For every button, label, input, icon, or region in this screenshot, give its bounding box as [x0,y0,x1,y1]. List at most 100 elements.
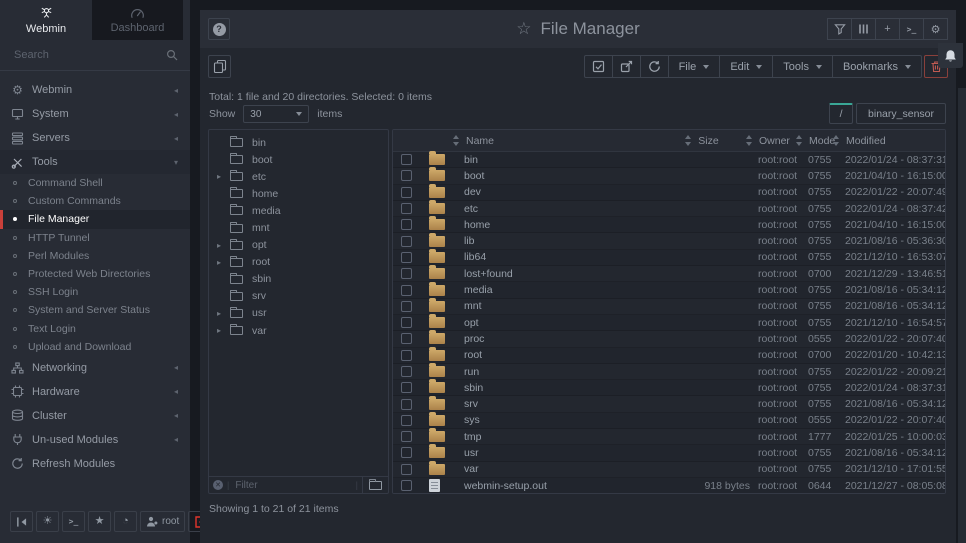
breadcrumb-root[interactable]: / [829,103,853,124]
file-name[interactable]: proc [453,333,654,345]
file-name[interactable]: usr [453,447,654,459]
tree-node[interactable]: ▸ usr [209,305,388,322]
row-checkbox[interactable] [401,187,412,198]
row-checkbox[interactable] [401,301,412,312]
file-row[interactable]: root root:root 0700 2022/01/20 - 10:42:1… [393,348,945,364]
export-button[interactable] [612,55,641,78]
file-row[interactable]: srv root:root 0755 2021/08/16 - 05:34:12 [393,396,945,412]
terminal-button[interactable]: >_ [62,511,85,532]
tree-node[interactable]: ▸ home [209,185,388,202]
file-row[interactable]: dev root:root 0755 2022/01/22 - 20:07:49 [393,185,945,201]
column-header-name[interactable]: Name [453,135,654,147]
filter-button[interactable] [827,18,852,40]
file-name[interactable]: opt [453,317,654,329]
expand-arrow-icon[interactable]: ▸ [217,309,230,318]
edit-menu-button[interactable]: Edit [719,55,773,78]
file-row[interactable]: var root:root 0755 2021/12/10 - 17:01:55 [393,462,945,478]
tree-node[interactable]: ▸ var [209,322,388,339]
file-name[interactable]: dev [453,186,654,198]
tree-node[interactable]: ▸ media [209,202,388,219]
file-row[interactable]: media root:root 0755 2021/08/16 - 05:34:… [393,282,945,298]
theme-toggle-button[interactable]: ☀ [36,511,59,532]
file-name[interactable]: media [453,284,654,296]
file-row[interactable]: webmin-setup.out 918 bytes root:root 064… [393,478,945,494]
file-name[interactable]: home [453,219,654,231]
favorites-button[interactable]: ★ [88,511,111,532]
file-row[interactable]: lib root:root 0755 2021/08/16 - 05:36:30 [393,233,945,249]
row-checkbox[interactable] [401,415,412,426]
sidebar-item-tools[interactable]: Tools ▾ [0,150,190,174]
file-row[interactable]: tmp root:root 1777 2022/01/25 - 10:00:03 [393,429,945,445]
notifications-tab[interactable] [938,43,963,68]
file-name[interactable]: boot [453,170,654,182]
clear-filter-icon[interactable]: ✕ [213,480,223,490]
tools-submenu-item[interactable]: System and Server Status [0,301,190,319]
row-checkbox[interactable] [401,447,412,458]
column-header-modified[interactable]: Modified [837,135,945,147]
file-row[interactable]: lost+found root:root 0700 2021/12/29 - 1… [393,266,945,282]
expand-arrow-icon[interactable]: ▸ [217,326,230,335]
sidebar-item-unused-modules[interactable]: Un-used Modules ◂ [0,428,190,452]
file-name[interactable]: run [453,366,654,378]
new-tab-button[interactable]: + [875,18,900,40]
tree-node[interactable]: ▸ mnt [209,219,388,236]
row-checkbox[interactable] [401,236,412,247]
row-checkbox[interactable] [401,333,412,344]
column-header-size[interactable]: Size [654,135,750,147]
file-name[interactable]: webmin-setup.out [453,480,654,492]
file-row[interactable]: etc root:root 0755 2022/01/24 - 08:37:42 [393,201,945,217]
columns-button[interactable] [851,18,876,40]
settings-button[interactable]: ⚙ [923,18,948,40]
file-name[interactable]: bin [453,154,654,166]
sidebar-item-servers[interactable]: Servers ◂ [0,126,190,150]
row-checkbox[interactable] [401,350,412,361]
tools-submenu-item[interactable]: File Manager [0,210,190,228]
file-name[interactable]: lost+found [453,268,654,280]
file-name[interactable]: sbin [453,382,654,394]
refresh-button[interactable] [640,55,669,78]
file-name[interactable]: etc [453,203,654,215]
expand-arrow-icon[interactable]: ▸ [217,172,230,181]
row-checkbox[interactable] [401,464,412,475]
tab-webmin[interactable]: Webmin [0,0,92,40]
expand-arrow-icon[interactable]: ▸ [217,258,230,267]
tree-folder-button[interactable] [362,477,388,493]
sidebar-item-webmin[interactable]: ⚙ Webmin ◂ [0,78,190,102]
file-row[interactable]: run root:root 0755 2022/01/22 - 20:09:21 [393,364,945,380]
file-row[interactable]: sys root:root 0555 2022/01/22 - 20:07:40 [393,413,945,429]
row-checkbox[interactable] [401,219,412,230]
file-row[interactable]: usr root:root 0755 2021/08/16 - 05:34:12 [393,445,945,461]
breadcrumb-current-dir[interactable]: binary_sensor [856,103,946,124]
shell-button[interactable]: >_ [899,18,924,40]
tools-submenu-item[interactable]: HTTP Tunnel [0,229,190,247]
tree-node[interactable]: ▸ etc [209,168,388,185]
tools-submenu-item[interactable]: SSH Login [0,283,190,301]
search-input[interactable] [12,48,160,62]
select-all-button[interactable] [584,55,613,78]
tree-node[interactable]: ▸ srv [209,288,388,305]
file-name[interactable]: lib64 [453,251,654,263]
row-checkbox[interactable] [401,252,412,263]
tree-node[interactable]: ▸ sbin [209,271,388,288]
tab-dashboard[interactable]: Dashboard [92,0,183,40]
user-button[interactable]: root [140,511,185,532]
row-checkbox[interactable] [401,285,412,296]
column-header-mode[interactable]: Mode [800,135,837,147]
row-checkbox[interactable] [401,317,412,328]
file-name[interactable]: srv [453,398,654,410]
tools-submenu-item[interactable]: Protected Web Directories [0,265,190,283]
tools-submenu-item[interactable]: Upload and Download [0,338,190,356]
sidebar-item-hardware[interactable]: Hardware ◂ [0,380,190,404]
tools-submenu-item[interactable]: Command Shell [0,174,190,192]
row-checkbox[interactable] [401,170,412,181]
file-row[interactable]: lib64 root:root 0755 2021/12/10 - 16:53:… [393,250,945,266]
sidebar-item-refresh-modules[interactable]: Refresh Modules [0,452,190,476]
copy-path-button[interactable] [208,55,231,78]
file-menu-button[interactable]: File [668,55,721,78]
page-scrollbar[interactable] [958,88,966,543]
file-name[interactable]: tmp [453,431,654,443]
file-row[interactable]: home root:root 0755 2021/04/10 - 16:15:0… [393,217,945,233]
tree-node[interactable]: ▸ bin [209,134,388,151]
search-icon[interactable] [166,49,178,61]
expand-arrow-icon[interactable]: ▸ [217,241,230,250]
